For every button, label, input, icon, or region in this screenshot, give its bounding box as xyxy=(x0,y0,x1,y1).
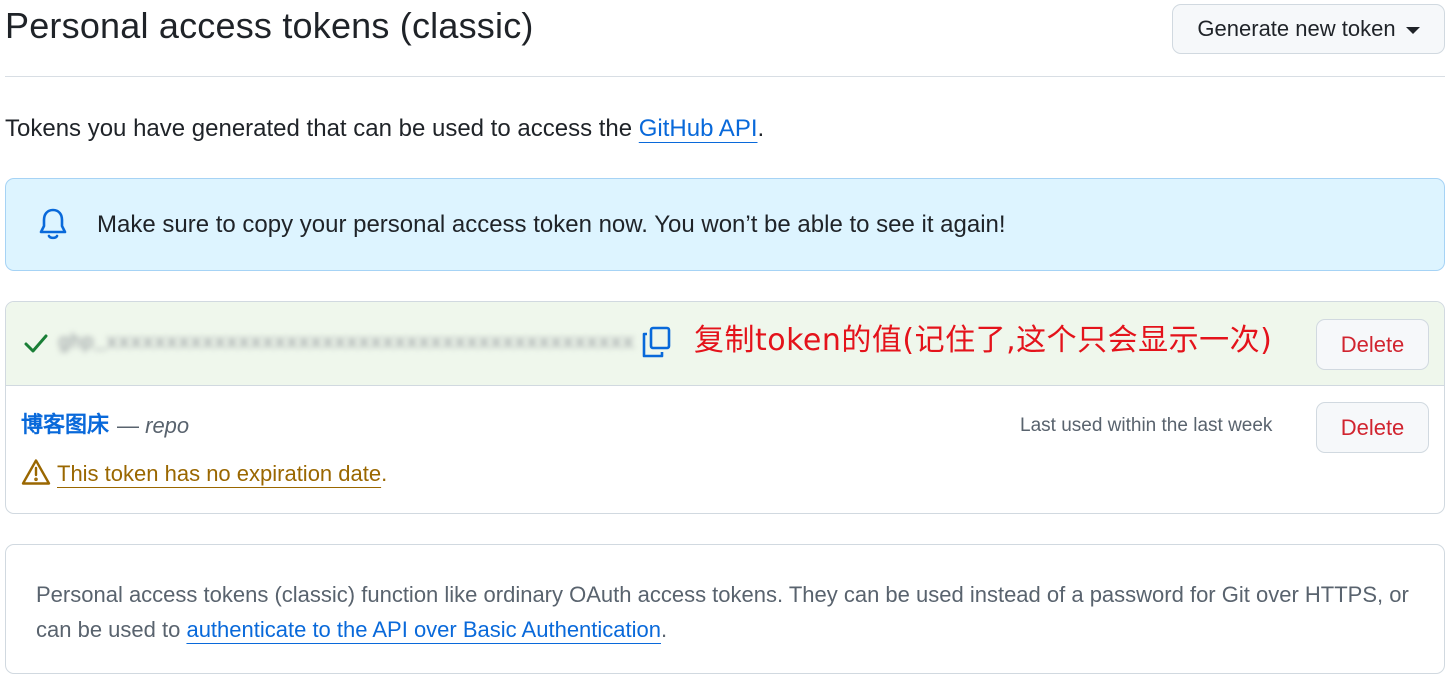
copy-icon[interactable] xyxy=(640,325,672,364)
intro-text: Tokens you have generated that can be us… xyxy=(5,114,764,144)
header-divider xyxy=(5,76,1445,77)
no-expiration-link[interactable]: This token has no expiration date xyxy=(57,461,381,486)
copy-token-flash: Make sure to copy your personal access t… xyxy=(5,178,1445,271)
token-list: ghp_xxxxxxxxxxxxxxxxxxxxxxxxxxxxxxxxxxxx… xyxy=(5,301,1445,514)
intro-text-body: Tokens you have generated that can be us… xyxy=(5,115,639,142)
chevron-down-icon xyxy=(1405,26,1420,34)
token-last-used: Last used within the last week xyxy=(1020,415,1273,436)
flash-message: Make sure to copy your personal access t… xyxy=(97,211,1006,238)
page-title: Personal access tokens (classic) xyxy=(5,5,534,46)
delete-token-button[interactable]: Delete xyxy=(1316,402,1429,453)
token-value[interactable]: ghp_xxxxxxxxxxxxxxxxxxxxxxxxxxxxxxxxxxxx… xyxy=(58,332,636,356)
intro-suffix: . xyxy=(757,115,765,142)
check-icon xyxy=(23,331,49,360)
generate-new-token-button[interactable]: Generate new token xyxy=(1172,4,1445,54)
github-api-link[interactable]: GitHub API xyxy=(639,115,758,142)
info-box: Personal access tokens (classic) functio… xyxy=(5,544,1445,674)
delete-new-token-button[interactable]: Delete xyxy=(1316,319,1429,370)
token-separator: — xyxy=(117,413,146,438)
info-text: Personal access tokens (classic) functio… xyxy=(36,577,1426,647)
info-suffix: . xyxy=(661,617,668,642)
token-name-link[interactable]: 博客图床 xyxy=(21,412,109,440)
warning-suffix: . xyxy=(381,461,388,486)
token-scope: — repo xyxy=(117,412,189,440)
copy-annotation: 复制token的值(记住了,这个只会显示一次) xyxy=(694,323,1273,358)
generate-new-token-label: Generate new token xyxy=(1197,16,1396,41)
new-token-row: ghp_xxxxxxxxxxxxxxxxxxxxxxxxxxxxxxxxxxxx… xyxy=(6,302,1444,386)
basic-auth-link[interactable]: authenticate to the API over Basic Authe… xyxy=(186,617,661,642)
bell-icon xyxy=(38,207,68,246)
token-expiration-warning: This token has no expiration date. xyxy=(57,460,387,488)
alert-icon xyxy=(21,458,51,491)
token-scope-value: repo xyxy=(145,413,190,438)
